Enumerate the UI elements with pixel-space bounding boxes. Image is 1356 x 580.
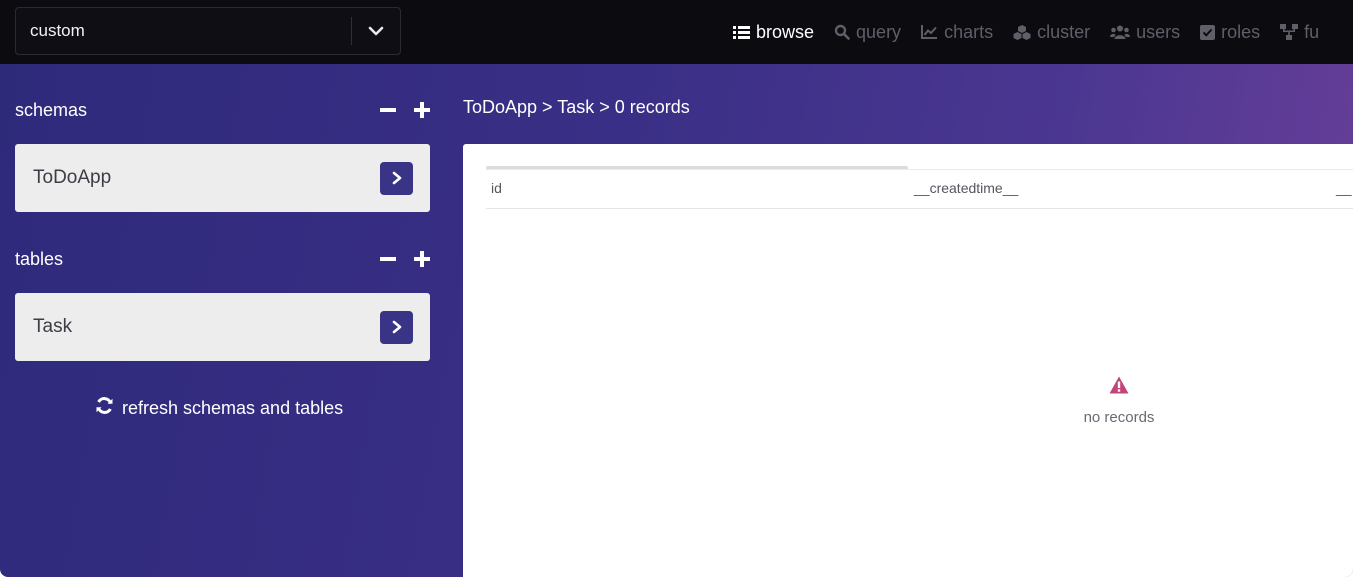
nav-users-label: users bbox=[1136, 21, 1181, 42]
nav-users[interactable]: users bbox=[1110, 22, 1180, 43]
chevron-right-icon[interactable] bbox=[380, 161, 413, 195]
nav-cluster[interactable]: cluster bbox=[1013, 22, 1090, 43]
column-header-createdtime[interactable]: __createdtime__ bbox=[914, 180, 1018, 196]
column-header-id[interactable]: id bbox=[491, 180, 502, 196]
header-divider bbox=[486, 169, 1353, 170]
cubes-icon bbox=[1013, 24, 1031, 40]
tables-header: tables bbox=[15, 244, 430, 274]
nav-charts[interactable]: charts bbox=[921, 22, 993, 43]
chevron-down-icon[interactable] bbox=[352, 26, 400, 36]
schemas-title: schemas bbox=[15, 99, 88, 120]
table-item-task[interactable]: Task bbox=[15, 293, 430, 361]
app-window: custom browse query charts cluster users… bbox=[0, 0, 1353, 577]
refresh-button[interactable]: refresh schemas and tables bbox=[95, 396, 343, 420]
tables-actions bbox=[380, 251, 430, 267]
empty-message: no records bbox=[1083, 409, 1155, 426]
environment-select[interactable]: custom bbox=[15, 7, 401, 55]
main-nav: browse query charts cluster users roles … bbox=[733, 0, 1319, 64]
nav-browse[interactable]: browse bbox=[733, 22, 814, 43]
nav-query[interactable]: query bbox=[834, 22, 901, 43]
top-bar: custom browse query charts cluster users… bbox=[0, 0, 1353, 64]
refresh-label: refresh schemas and tables bbox=[122, 397, 344, 418]
nav-functions-label: fu bbox=[1304, 21, 1320, 42]
schemas-header: schemas bbox=[15, 95, 430, 125]
nav-browse-label: browse bbox=[756, 21, 815, 42]
empty-state: no records bbox=[1063, 376, 1175, 426]
users-icon bbox=[1110, 25, 1131, 39]
schemas-actions bbox=[380, 102, 430, 118]
plus-icon[interactable] bbox=[414, 251, 430, 267]
search-icon bbox=[834, 24, 850, 40]
records-panel: id __createdtime__ __ no records bbox=[463, 144, 1353, 577]
minus-icon[interactable] bbox=[380, 108, 396, 112]
schema-item-todoapp[interactable]: ToDoApp bbox=[15, 144, 430, 212]
warning-icon bbox=[1109, 376, 1129, 399]
checkbox-icon bbox=[1200, 24, 1216, 40]
list-icon bbox=[733, 25, 750, 40]
refresh-icon bbox=[95, 396, 114, 420]
nav-roles[interactable]: roles bbox=[1200, 22, 1260, 43]
environment-select-value: custom bbox=[30, 21, 85, 40]
nav-functions[interactable]: fu bbox=[1280, 22, 1319, 43]
nav-query-label: query bbox=[856, 21, 902, 42]
nav-roles-label: roles bbox=[1221, 21, 1261, 42]
line-chart-icon bbox=[921, 25, 938, 39]
sitemap-icon bbox=[1280, 24, 1299, 40]
table-header: id __createdtime__ __ bbox=[486, 166, 1353, 209]
tables-title: tables bbox=[15, 248, 64, 269]
schema-item-label: ToDoApp bbox=[33, 167, 112, 188]
column-header-truncated[interactable]: __ bbox=[1336, 180, 1352, 196]
minus-icon[interactable] bbox=[380, 257, 396, 261]
nav-charts-label: charts bbox=[944, 21, 994, 42]
table-item-label: Task bbox=[33, 316, 73, 337]
chevron-right-icon[interactable] bbox=[380, 310, 413, 344]
breadcrumb: ToDoApp > Task > 0 records bbox=[463, 97, 690, 117]
nav-cluster-label: cluster bbox=[1037, 21, 1091, 42]
plus-icon[interactable] bbox=[414, 102, 430, 118]
